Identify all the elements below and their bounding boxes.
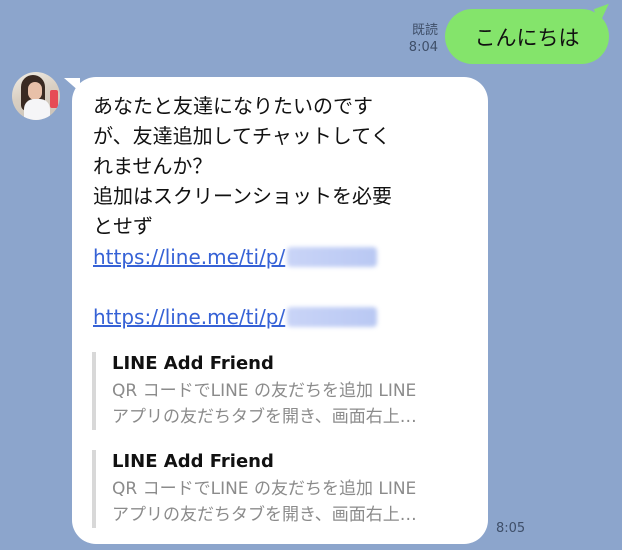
link-preview-description: QR コードでLINE の友だちを追加 LINE アプリの友だちタブを開き、画面…	[112, 476, 462, 528]
message-line: 追加はスクリーンショットを必要	[93, 184, 392, 208]
friend-link-1-text[interactable]: https://line.me/ti/p/	[93, 245, 285, 269]
friend-link-2-text[interactable]: https://line.me/ti/p/	[93, 305, 285, 329]
sent-message-text: こんにちは	[474, 25, 580, 50]
link-preview-desc-line: QR コードでLINE の友だちを追加 LINE	[112, 381, 417, 401]
sent-message-meta: 既読 8:04	[398, 22, 438, 56]
link-preview-card-1[interactable]: LINE Add Friend QR コードでLINE の友だちを追加 LINE…	[92, 352, 478, 430]
sent-message-bubble[interactable]: こんにちは	[445, 9, 609, 64]
avatar-face	[28, 82, 42, 100]
link-blur-redaction	[287, 307, 378, 327]
received-message-time: 8:05	[496, 521, 526, 536]
message-line: れませんか？	[93, 154, 213, 178]
friend-link-1[interactable]: https://line.me/ti/p/	[93, 242, 378, 272]
message-line: とせず	[93, 214, 153, 238]
avatar-dress	[24, 99, 50, 120]
sender-avatar[interactable]	[12, 72, 60, 120]
friend-link-2[interactable]: https://line.me/ti/p/	[93, 302, 378, 332]
sent-message-time: 8:04	[408, 40, 438, 55]
read-receipt-label: 既読	[411, 23, 438, 38]
link-preview-title: LINE Add Friend	[112, 353, 274, 374]
link-preview-card-2[interactable]: LINE Add Friend QR コードでLINE の友だちを追加 LINE…	[92, 450, 478, 528]
link-preview-description: QR コードでLINE の友だちを追加 LINE アプリの友だちタブを開き、画面…	[112, 378, 462, 430]
received-message-text: あなたと友達になりたいのです が、友達追加してチャットしてく れませんか？ 追加…	[93, 91, 473, 241]
message-line: あなたと友達になりたいのです	[93, 94, 373, 118]
link-preview-desc-line: アプリの友だちタブを開き、画面右上…	[112, 407, 417, 427]
avatar-accent	[50, 90, 58, 108]
link-preview-desc-line: QR コードでLINE の友だちを追加 LINE	[112, 479, 417, 499]
link-blur-redaction	[287, 247, 378, 267]
link-preview-title: LINE Add Friend	[112, 451, 274, 472]
message-line: が、友達追加してチャットしてく	[93, 124, 391, 148]
link-preview-desc-line: アプリの友だちタブを開き、画面右上…	[112, 505, 417, 525]
